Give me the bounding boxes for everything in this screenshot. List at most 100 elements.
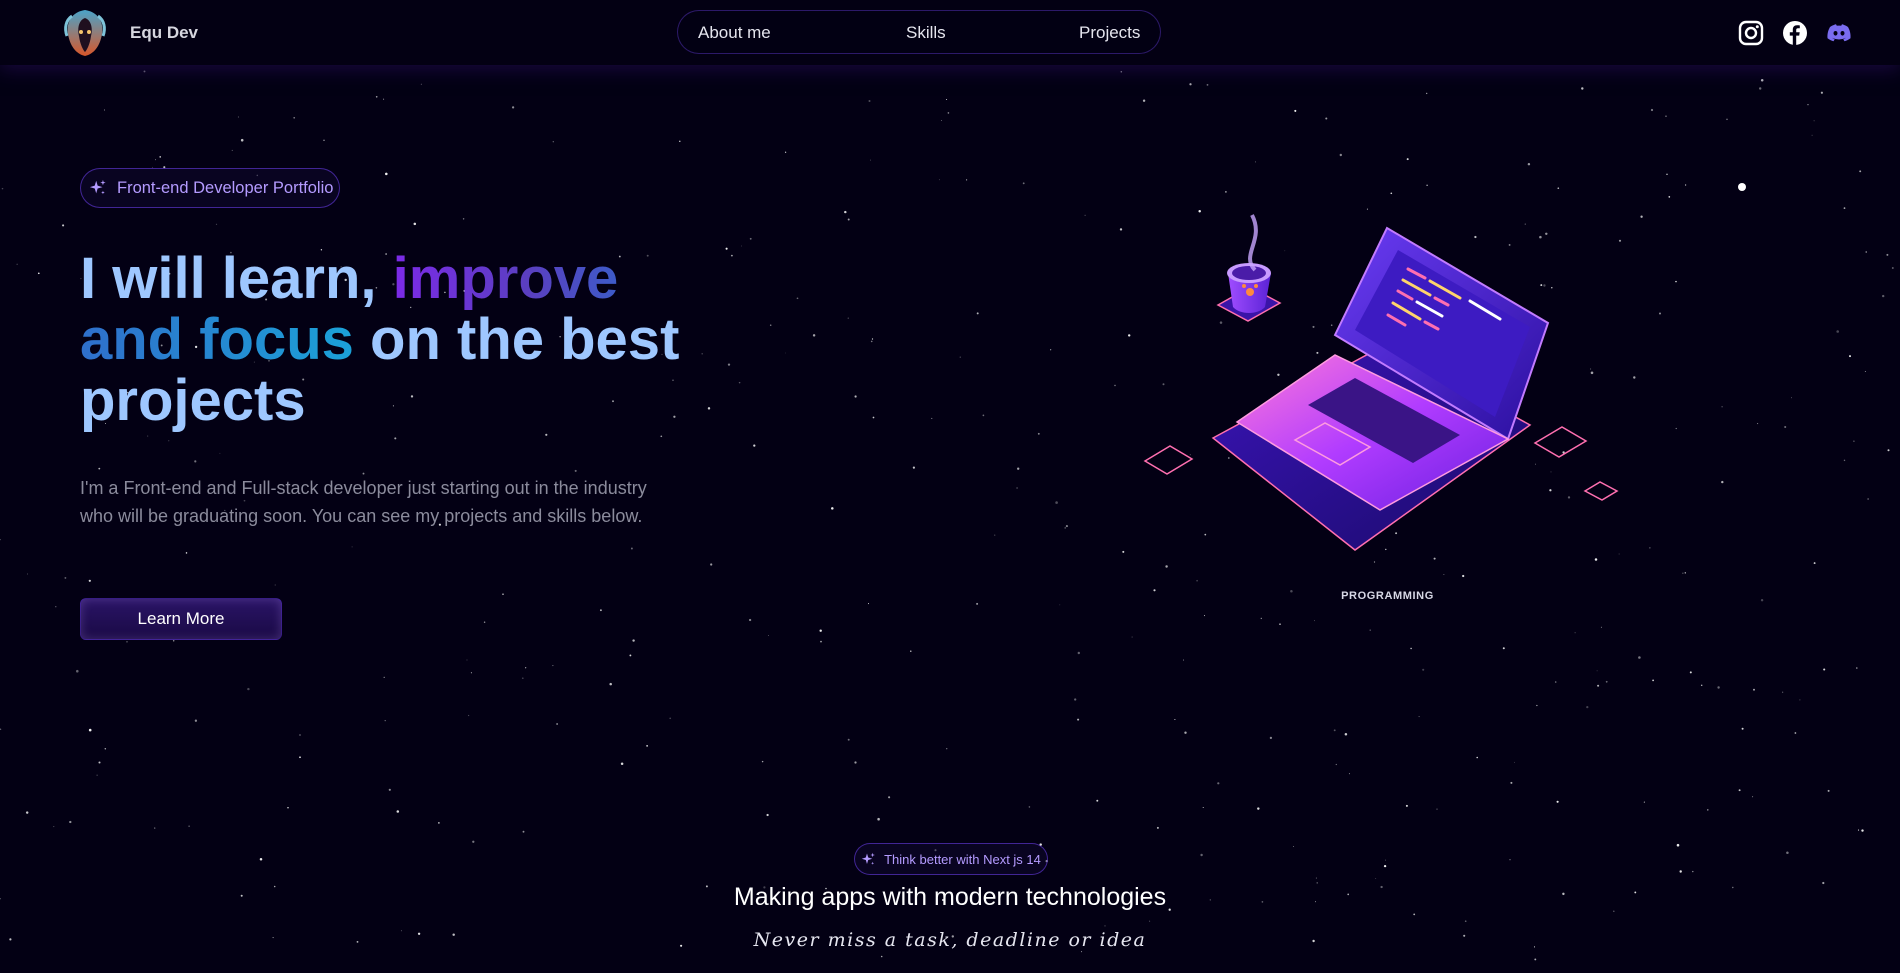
star xyxy=(630,547,633,550)
sparkles-icon xyxy=(861,852,875,865)
nav-link-projects[interactable]: Projects xyxy=(1079,23,1140,43)
star xyxy=(1557,187,1560,190)
facebook-icon[interactable] xyxy=(1782,20,1808,46)
star xyxy=(1597,684,1600,687)
star xyxy=(0,539,1,541)
star xyxy=(1605,680,1608,683)
star xyxy=(1692,870,1694,873)
star xyxy=(1369,629,1371,631)
section-badge: Think better with Next js 14 xyxy=(854,843,1048,875)
star xyxy=(1807,104,1809,106)
star xyxy=(1037,432,1040,435)
star xyxy=(620,762,624,766)
star xyxy=(1059,604,1061,606)
star xyxy=(155,159,157,161)
star xyxy=(511,106,515,109)
star xyxy=(1836,330,1839,333)
star xyxy=(1406,158,1409,161)
discord-icon[interactable] xyxy=(1826,20,1852,46)
star xyxy=(104,109,105,111)
section-subtitle: Never miss a task, deadline or idea xyxy=(753,929,1147,951)
star xyxy=(154,827,156,829)
star xyxy=(701,353,703,355)
star xyxy=(1413,913,1416,916)
star xyxy=(768,634,770,636)
star xyxy=(629,654,632,657)
star xyxy=(1700,684,1703,687)
star xyxy=(912,466,915,469)
brand[interactable]: Equ Dev xyxy=(58,6,198,60)
star xyxy=(1405,804,1408,807)
star xyxy=(1017,467,1020,470)
star xyxy=(1081,951,1083,953)
star xyxy=(1217,782,1220,785)
star xyxy=(384,719,386,722)
star xyxy=(1652,679,1654,682)
star xyxy=(1074,698,1077,701)
star xyxy=(741,245,743,247)
star xyxy=(574,469,577,472)
star xyxy=(1782,691,1784,693)
decorative-dot xyxy=(1738,183,1746,191)
star xyxy=(1794,732,1797,734)
star xyxy=(1183,659,1184,661)
star xyxy=(1650,108,1654,112)
star xyxy=(521,677,524,680)
star xyxy=(98,761,101,764)
star xyxy=(1758,87,1762,90)
star xyxy=(1325,117,1328,120)
nav-link-skills[interactable]: Skills xyxy=(906,23,946,43)
star xyxy=(1050,349,1052,351)
star xyxy=(388,788,391,791)
instagram-icon[interactable] xyxy=(1738,20,1764,46)
star xyxy=(472,840,475,843)
star xyxy=(994,534,996,536)
star xyxy=(1028,806,1031,808)
star xyxy=(1741,727,1744,730)
star xyxy=(1410,647,1412,650)
learn-more-button[interactable]: Learn More xyxy=(80,598,282,640)
star xyxy=(1820,91,1823,94)
star xyxy=(502,593,504,595)
star xyxy=(1436,808,1438,810)
star xyxy=(1510,781,1513,784)
star xyxy=(769,324,772,326)
nav-link-about[interactable]: About me xyxy=(698,23,771,43)
star xyxy=(545,433,548,436)
star xyxy=(1383,864,1387,868)
star xyxy=(219,452,221,454)
star xyxy=(1861,829,1864,832)
star xyxy=(88,728,92,732)
star xyxy=(831,507,834,510)
star xyxy=(104,748,107,750)
star xyxy=(1426,184,1428,186)
star xyxy=(766,813,769,817)
star xyxy=(168,440,170,442)
star xyxy=(299,734,301,736)
star xyxy=(1689,671,1692,674)
star xyxy=(1786,851,1789,855)
star xyxy=(1638,656,1641,659)
star xyxy=(1122,550,1125,553)
star xyxy=(147,435,149,437)
star xyxy=(1738,789,1741,792)
star xyxy=(1586,705,1589,709)
star xyxy=(669,717,672,720)
star xyxy=(910,650,912,652)
star xyxy=(1799,699,1801,701)
star xyxy=(16,263,18,265)
star xyxy=(753,444,756,447)
star xyxy=(1527,162,1531,166)
star xyxy=(1153,589,1156,592)
star xyxy=(1196,579,1198,582)
star xyxy=(194,719,198,722)
star xyxy=(1390,192,1393,195)
star xyxy=(725,247,728,250)
section-badge-text: Think better with Next js 14 xyxy=(884,851,1041,867)
star xyxy=(599,609,602,612)
star xyxy=(25,811,29,814)
star xyxy=(323,139,325,141)
star xyxy=(1462,574,1465,578)
star xyxy=(1717,686,1720,689)
sparkles-icon xyxy=(89,179,106,195)
